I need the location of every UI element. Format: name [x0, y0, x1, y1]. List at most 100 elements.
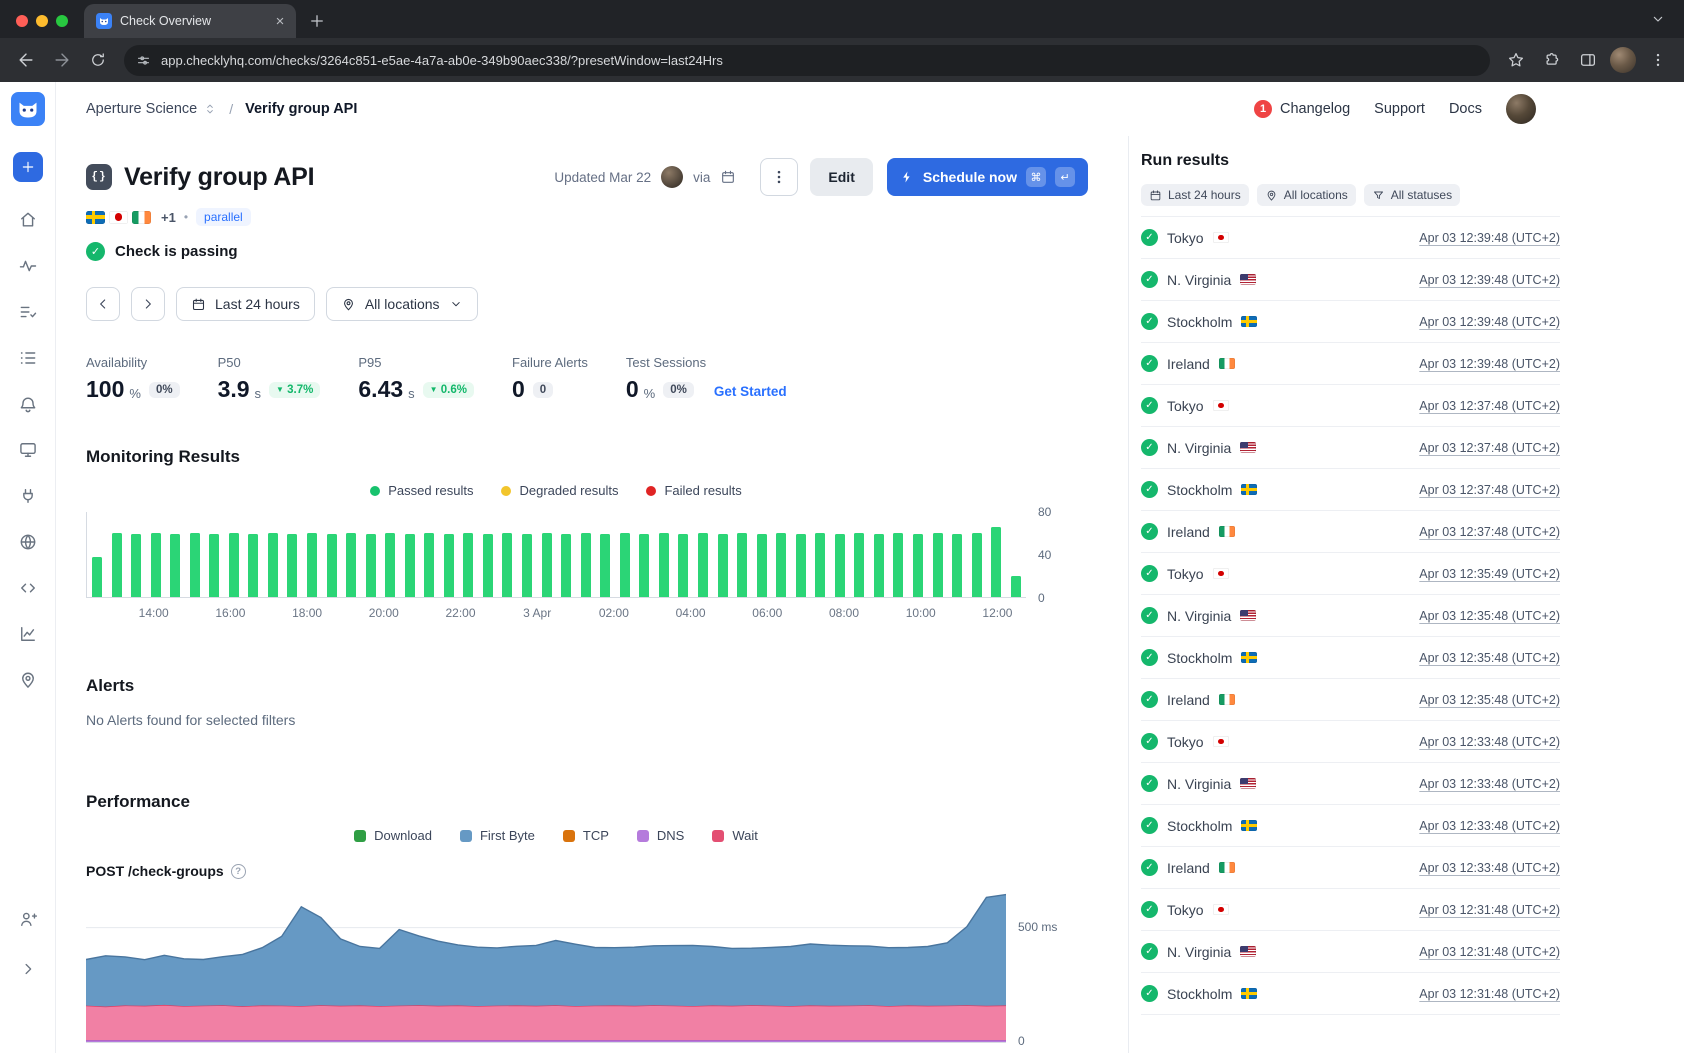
changelog-link[interactable]: 1 Changelog [1254, 100, 1350, 118]
result-bar[interactable] [757, 534, 767, 597]
nav-analytics-chart-icon[interactable] [16, 622, 40, 646]
result-bar[interactable] [366, 534, 376, 597]
run-timestamp-link[interactable]: Apr 03 12:39:48 (UTC+2) [1419, 315, 1560, 329]
result-bar[interactable] [639, 534, 649, 597]
result-bar[interactable] [170, 534, 180, 597]
browser-tab[interactable]: Check Overview × [84, 4, 296, 38]
docs-link[interactable]: Docs [1449, 101, 1482, 117]
result-bar[interactable] [815, 533, 825, 597]
run-result-row[interactable]: ✓N. VirginiaApr 03 12:31:48 (UTC+2) [1141, 931, 1560, 973]
next-period-button[interactable] [131, 287, 165, 321]
run-result-row[interactable]: ✓TokyoApr 03 12:33:48 (UTC+2) [1141, 721, 1560, 763]
run-timestamp-link[interactable]: Apr 03 12:35:48 (UTC+2) [1419, 609, 1560, 623]
result-bar[interactable] [1011, 576, 1021, 597]
nav-private-locations-icon[interactable] [16, 484, 40, 508]
run-result-row[interactable]: ✓IrelandApr 03 12:33:48 (UTC+2) [1141, 847, 1560, 889]
result-bar[interactable] [737, 533, 747, 597]
result-bar[interactable] [913, 534, 923, 597]
locations-filter-button[interactable]: All locations [326, 287, 478, 321]
run-timestamp-link[interactable]: Apr 03 12:33:48 (UTC+2) [1419, 819, 1560, 833]
nav-home-icon[interactable] [16, 208, 40, 232]
get-started-link[interactable]: Get Started [714, 384, 787, 401]
filter-chip-last-24-hours[interactable]: Last 24 hours [1141, 184, 1249, 206]
result-bar[interactable] [112, 533, 122, 597]
result-bar[interactable] [385, 533, 395, 597]
filter-chip-all-locations[interactable]: All locations [1257, 184, 1356, 206]
run-timestamp-link[interactable]: Apr 03 12:33:48 (UTC+2) [1419, 861, 1560, 875]
result-bar[interactable] [268, 533, 278, 597]
run-timestamp-link[interactable]: Apr 03 12:33:48 (UTC+2) [1419, 735, 1560, 749]
result-bar[interactable] [776, 533, 786, 597]
browser-menu-kebab-icon[interactable] [1642, 44, 1674, 76]
legend-passed-results[interactable]: Passed results [370, 483, 473, 498]
result-bar[interactable] [405, 534, 415, 597]
nav-alerts-bell-icon[interactable] [16, 392, 40, 416]
filter-chip-all-statuses[interactable]: All statuses [1364, 184, 1460, 206]
user-avatar[interactable] [1506, 94, 1536, 124]
run-timestamp-link[interactable]: Apr 03 12:35:48 (UTC+2) [1419, 693, 1560, 707]
run-result-row[interactable]: ✓N. VirginiaApr 03 12:37:48 (UTC+2) [1141, 427, 1560, 469]
result-bar[interactable] [991, 527, 1001, 597]
result-bar[interactable] [600, 534, 610, 597]
nav-dashboards-icon[interactable] [16, 438, 40, 462]
result-bar[interactable] [131, 534, 141, 597]
legend-tcp[interactable]: TCP [563, 828, 609, 843]
nav-run-queue-icon[interactable] [16, 346, 40, 370]
run-timestamp-link[interactable]: Apr 03 12:33:48 (UTC+2) [1419, 777, 1560, 791]
result-bar[interactable] [151, 533, 161, 597]
collapse-sidebar-chevron-icon[interactable] [16, 957, 40, 981]
result-bar[interactable] [307, 533, 317, 597]
run-result-row[interactable]: ✓IrelandApr 03 12:39:48 (UTC+2) [1141, 343, 1560, 385]
run-result-row[interactable]: ✓N. VirginiaApr 03 12:35:48 (UTC+2) [1141, 595, 1560, 637]
run-timestamp-link[interactable]: Apr 03 12:39:48 (UTC+2) [1419, 231, 1560, 245]
result-bar[interactable] [502, 533, 512, 597]
run-timestamp-link[interactable]: Apr 03 12:37:48 (UTC+2) [1419, 441, 1560, 455]
window-close-button[interactable] [16, 15, 28, 27]
bookmark-star-icon[interactable] [1500, 44, 1532, 76]
run-timestamp-link[interactable]: Apr 03 12:37:48 (UTC+2) [1419, 483, 1560, 497]
result-bar[interactable] [346, 533, 356, 597]
run-timestamp-link[interactable]: Apr 03 12:31:48 (UTC+2) [1419, 903, 1560, 917]
result-bar[interactable] [287, 534, 297, 597]
nav-snippets-code-icon[interactable] [16, 576, 40, 600]
run-result-row[interactable]: ✓IrelandApr 03 12:37:48 (UTC+2) [1141, 511, 1560, 553]
result-bar[interactable] [424, 533, 434, 597]
legend-degraded-results[interactable]: Degraded results [501, 483, 618, 498]
reload-button[interactable] [82, 44, 114, 76]
edit-button[interactable]: Edit [810, 158, 872, 196]
back-button[interactable] [10, 44, 42, 76]
legend-wait[interactable]: Wait [712, 828, 758, 843]
breadcrumb-account[interactable]: Aperture Science [86, 101, 217, 117]
result-bar[interactable] [522, 534, 532, 597]
run-timestamp-link[interactable]: Apr 03 12:37:48 (UTC+2) [1419, 525, 1560, 539]
window-minimize-button[interactable] [36, 15, 48, 27]
nav-monitoring-icon[interactable] [16, 254, 40, 278]
result-bar[interactable] [659, 533, 669, 597]
result-bar[interactable] [229, 533, 239, 597]
nav-public-dashboards-globe-icon[interactable] [16, 530, 40, 554]
result-bar[interactable] [561, 534, 571, 597]
run-timestamp-link[interactable]: Apr 03 12:35:48 (UTC+2) [1419, 651, 1560, 665]
url-bar[interactable]: app.checklyhq.com/checks/3264c851-e5ae-4… [124, 45, 1490, 76]
result-bar[interactable] [248, 534, 258, 597]
run-result-row[interactable]: ✓StockholmApr 03 12:33:48 (UTC+2) [1141, 805, 1560, 847]
checkly-logo[interactable] [11, 92, 45, 126]
result-bar[interactable] [463, 533, 473, 597]
run-result-row[interactable]: ✓TokyoApr 03 12:39:48 (UTC+2) [1141, 217, 1560, 259]
legend-download[interactable]: Download [354, 828, 432, 843]
result-bar[interactable] [952, 534, 962, 597]
legend-failed-results[interactable]: Failed results [646, 483, 741, 498]
result-bar[interactable] [933, 533, 943, 597]
legend-dns[interactable]: DNS [637, 828, 684, 843]
result-bar[interactable] [92, 557, 102, 597]
nav-checks-icon[interactable] [16, 300, 40, 324]
run-timestamp-link[interactable]: Apr 03 12:39:48 (UTC+2) [1419, 357, 1560, 371]
schedule-now-button[interactable]: Schedule now ⌘ ↵ [887, 158, 1088, 196]
run-timestamp-link[interactable]: Apr 03 12:31:48 (UTC+2) [1419, 987, 1560, 1001]
new-tab-button[interactable] [308, 12, 326, 30]
run-result-row[interactable]: ✓TokyoApr 03 12:31:48 (UTC+2) [1141, 889, 1560, 931]
tab-search-chevron-icon[interactable] [1650, 11, 1666, 27]
result-bar[interactable] [327, 534, 337, 597]
result-bar[interactable] [444, 534, 454, 597]
run-timestamp-link[interactable]: Apr 03 12:37:48 (UTC+2) [1419, 399, 1560, 413]
